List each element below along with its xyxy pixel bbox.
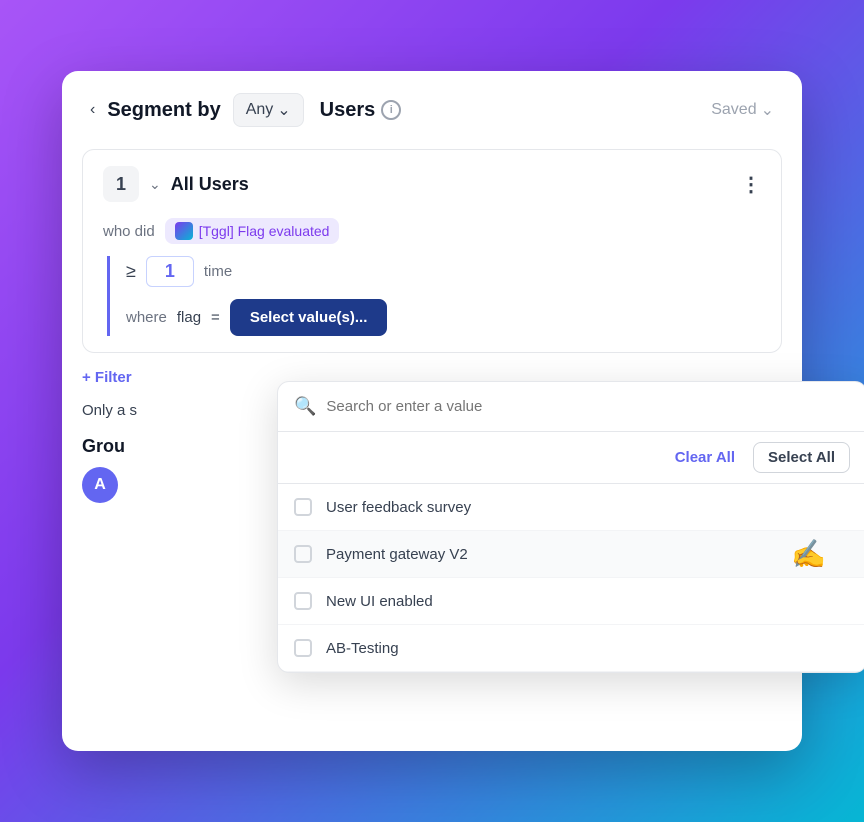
- segment-row: 1 ⌄ All Users ⋮ who did [Tggl] Flag eval…: [82, 149, 782, 353]
- list-item[interactable]: User feedback survey: [278, 484, 864, 531]
- avatar: A: [82, 467, 118, 503]
- search-bar: 🔍: [278, 382, 864, 432]
- who-did-row: who did [Tggl] Flag evaluated: [103, 218, 761, 244]
- checkbox-payment-gateway[interactable]: [294, 545, 312, 563]
- conditions-area: ≥ 1 time where flag = Select value(s)...: [107, 256, 761, 336]
- flag-name: [Tggl] Flag evaluated: [199, 223, 330, 239]
- any-label: Any: [246, 101, 274, 119]
- header: ‹ Segment by Any ⌄ Users i Saved ⌄: [62, 71, 802, 149]
- cursor-icon: ✍: [791, 538, 826, 571]
- users-section: Users i: [320, 99, 402, 122]
- option-label: User feedback survey: [326, 499, 471, 516]
- equals-operator: =: [211, 309, 220, 326]
- checkbox-user-feedback[interactable]: [294, 498, 312, 516]
- option-label: New UI enabled: [326, 593, 433, 610]
- row-expand-chevron[interactable]: ⌄: [149, 176, 161, 193]
- saved-chevron-icon: ⌄: [761, 100, 774, 120]
- who-did-text: who did: [103, 223, 155, 240]
- flag-badge[interactable]: [Tggl] Flag evaluated: [165, 218, 340, 244]
- time-text: time: [204, 263, 232, 280]
- value-select-dropdown: 🔍 Clear All Select All User feedback sur…: [277, 381, 864, 673]
- main-card: ‹ Segment by Any ⌄ Users i Saved ⌄ 1 ⌄ A…: [62, 71, 802, 751]
- saved-label: Saved: [711, 101, 756, 119]
- only-text: Only a s: [82, 402, 137, 419]
- collapse-chevron[interactable]: ‹: [90, 101, 95, 119]
- gte-symbol: ≥: [126, 261, 136, 282]
- users-label: Users: [320, 99, 376, 122]
- all-users-label: All Users: [171, 174, 249, 195]
- options-list: User feedback survey Payment gateway V2 …: [278, 484, 864, 672]
- row-menu-button[interactable]: ⋮: [741, 172, 761, 197]
- saved-dropdown[interactable]: Saved ⌄: [711, 100, 774, 120]
- where-row: where flag = Select value(s)...: [126, 299, 761, 336]
- any-chevron-icon: ⌄: [277, 100, 290, 120]
- checkbox-new-ui[interactable]: [294, 592, 312, 610]
- flag-field-text: flag: [177, 309, 201, 326]
- list-item[interactable]: New UI enabled: [278, 578, 864, 625]
- segment-by-label: Segment by: [107, 99, 220, 122]
- segment-row-header: 1 ⌄ All Users ⋮: [103, 166, 761, 202]
- time-row: ≥ 1 time: [126, 256, 761, 287]
- actions-bar: Clear All Select All: [278, 432, 864, 484]
- option-label: AB-Testing: [326, 640, 399, 657]
- row-number: 1: [103, 166, 139, 202]
- where-text: where: [126, 309, 167, 326]
- time-value[interactable]: 1: [146, 256, 194, 287]
- any-dropdown[interactable]: Any ⌄: [233, 93, 304, 127]
- checkbox-ab-testing[interactable]: [294, 639, 312, 657]
- search-input[interactable]: [326, 398, 850, 415]
- clear-all-button[interactable]: Clear All: [665, 443, 745, 472]
- search-icon: 🔍: [294, 396, 316, 417]
- flag-badge-icon: [175, 222, 193, 240]
- info-icon[interactable]: i: [381, 100, 401, 120]
- list-item[interactable]: Payment gateway V2 ✍: [278, 531, 864, 578]
- option-label: Payment gateway V2: [326, 546, 468, 563]
- add-filter-button[interactable]: + Filter: [82, 369, 132, 386]
- list-item[interactable]: AB-Testing: [278, 625, 864, 672]
- select-values-button[interactable]: Select value(s)...: [230, 299, 388, 336]
- select-all-button[interactable]: Select All: [753, 442, 850, 473]
